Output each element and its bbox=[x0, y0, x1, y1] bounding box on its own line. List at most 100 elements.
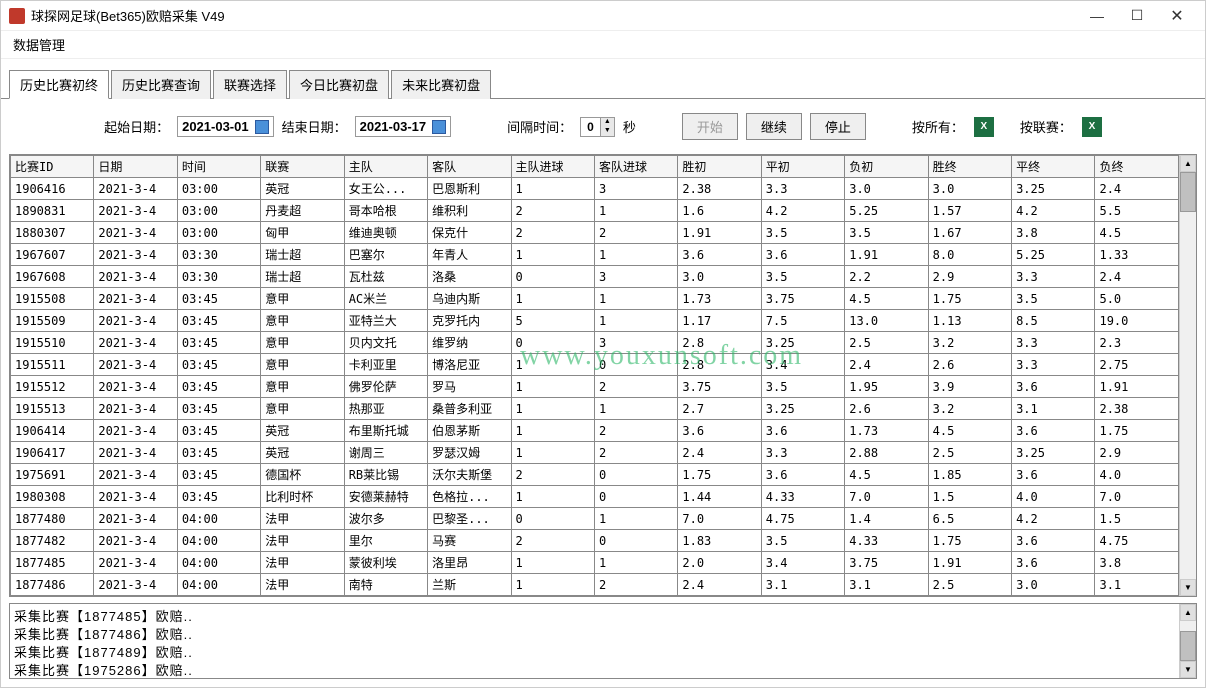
tab-league-select[interactable]: 联赛选择 bbox=[213, 70, 287, 99]
tab-today-initial[interactable]: 今日比赛初盘 bbox=[289, 70, 389, 99]
column-header[interactable]: 比赛ID bbox=[11, 156, 94, 178]
table-cell: 5.25 bbox=[1012, 244, 1095, 266]
table-cell: 维罗纳 bbox=[428, 332, 511, 354]
table-row[interactable]: 19803082021-3-403:45比利时杯安德莱赫特色格拉...101.4… bbox=[11, 486, 1179, 508]
scroll-up-icon[interactable]: ▲ bbox=[1180, 604, 1196, 621]
table-cell: 3.6 bbox=[678, 244, 761, 266]
table-cell: 1.75 bbox=[678, 464, 761, 486]
start-button[interactable]: 开始 bbox=[682, 113, 738, 140]
column-header[interactable]: 平终 bbox=[1012, 156, 1095, 178]
table-cell: 巴恩斯利 bbox=[428, 178, 511, 200]
spin-up-icon[interactable]: ▲ bbox=[600, 118, 614, 127]
table-row[interactable]: 18774822021-3-404:00法甲里尔马赛201.833.54.331… bbox=[11, 530, 1179, 552]
table-cell: 2 bbox=[511, 530, 594, 552]
minimize-button[interactable]: — bbox=[1077, 1, 1117, 31]
table-cell: 比利时杯 bbox=[261, 486, 344, 508]
column-header[interactable]: 客队 bbox=[428, 156, 511, 178]
stop-button[interactable]: 停止 bbox=[810, 113, 866, 140]
table-cell: 1967608 bbox=[11, 266, 94, 288]
table-row[interactable]: 19064142021-3-403:45英冠布里斯托城伯恩茅斯123.63.61… bbox=[11, 420, 1179, 442]
column-header[interactable]: 联赛 bbox=[261, 156, 344, 178]
menu-data-mgmt[interactable]: 数据管理 bbox=[9, 36, 69, 55]
table-cell: 3.2 bbox=[928, 332, 1011, 354]
column-header[interactable]: 胜初 bbox=[678, 156, 761, 178]
scroll-thumb[interactable] bbox=[1180, 631, 1196, 661]
table-row[interactable]: 19155082021-3-403:45意甲AC米兰乌迪内斯111.733.75… bbox=[11, 288, 1179, 310]
table-cell: 罗马 bbox=[428, 376, 511, 398]
table-row[interactable]: 18908312021-3-403:00丹麦超哥本哈根维积利211.64.25.… bbox=[11, 200, 1179, 222]
table-row[interactable]: 19155112021-3-403:45意甲卡利亚里博洛尼亚102.83.42.… bbox=[11, 354, 1179, 376]
table-cell: 2021-3-4 bbox=[94, 200, 177, 222]
window-title: 球探网足球(Bet365)欧赔采集 V49 bbox=[31, 6, 1077, 25]
table-cell: 年青人 bbox=[428, 244, 511, 266]
table-cell: 瑞士超 bbox=[261, 266, 344, 288]
interval-spinner[interactable]: 0 ▲ ▼ bbox=[580, 117, 615, 137]
column-header[interactable]: 日期 bbox=[94, 156, 177, 178]
table-row[interactable]: 19676072021-3-403:30瑞士超巴塞尔年青人113.63.61.9… bbox=[11, 244, 1179, 266]
scroll-up-icon[interactable]: ▲ bbox=[1180, 155, 1196, 172]
calendar-icon[interactable] bbox=[432, 120, 446, 134]
tab-history-query[interactable]: 历史比赛查询 bbox=[111, 70, 211, 99]
excel-icon[interactable]: X bbox=[974, 117, 994, 137]
table-cell: 1.4 bbox=[845, 508, 928, 530]
table-cell: 03:45 bbox=[177, 420, 260, 442]
table-row[interactable]: 18774852021-3-404:00法甲蒙彼利埃洛里昂112.03.43.7… bbox=[11, 552, 1179, 574]
table-row[interactable]: 19064172021-3-403:45英冠谢周三罗瑟汉姆122.43.32.8… bbox=[11, 442, 1179, 464]
table-cell: 2 bbox=[511, 464, 594, 486]
table-row[interactable]: 19064162021-3-403:00英冠女王公...巴恩斯利132.383.… bbox=[11, 178, 1179, 200]
table-cell: 1975691 bbox=[11, 464, 94, 486]
tab-history-initial-final[interactable]: 历史比赛初终 bbox=[9, 70, 109, 99]
column-header[interactable]: 负终 bbox=[1095, 156, 1179, 178]
table-cell: 罗瑟汉姆 bbox=[428, 442, 511, 464]
table-cell: 巴黎圣... bbox=[428, 508, 511, 530]
column-header[interactable]: 胜终 bbox=[928, 156, 1011, 178]
scroll-down-icon[interactable]: ▼ bbox=[1180, 579, 1196, 596]
table-cell: 3.6 bbox=[1012, 552, 1095, 574]
table-cell: 2021-3-4 bbox=[94, 178, 177, 200]
table-cell: 4.2 bbox=[761, 200, 844, 222]
table-row[interactable]: 18774802021-3-404:00法甲波尔多巴黎圣...017.04.75… bbox=[11, 508, 1179, 530]
column-header[interactable]: 负初 bbox=[845, 156, 928, 178]
end-date-input[interactable]: 2021-03-17 bbox=[355, 116, 452, 137]
table-cell: 英冠 bbox=[261, 442, 344, 464]
spin-down-icon[interactable]: ▼ bbox=[600, 127, 614, 136]
table-cell: 0 bbox=[511, 266, 594, 288]
column-header[interactable]: 主队进球 bbox=[511, 156, 594, 178]
title-bar: 球探网足球(Bet365)欧赔采集 V49 — ☐ ✕ bbox=[1, 1, 1205, 31]
table-row[interactable]: 18803072021-3-403:00匈甲维迪奥顿保克什221.913.53.… bbox=[11, 222, 1179, 244]
column-header[interactable]: 客队进球 bbox=[594, 156, 677, 178]
log-scrollbar[interactable]: ▲ ▼ bbox=[1179, 604, 1196, 678]
start-date-label: 起始日期： bbox=[104, 117, 169, 136]
table-cell: 1.57 bbox=[928, 200, 1011, 222]
table-cell: 3.75 bbox=[761, 288, 844, 310]
close-button[interactable]: ✕ bbox=[1157, 1, 1197, 31]
tab-future-initial[interactable]: 未来比赛初盘 bbox=[391, 70, 491, 99]
table-cell: 3.25 bbox=[1012, 178, 1095, 200]
table-row[interactable]: 19676082021-3-403:30瑞士超瓦杜兹洛桑033.03.52.22… bbox=[11, 266, 1179, 288]
table-row[interactable]: 19155102021-3-403:45意甲贝内文托维罗纳032.83.252.… bbox=[11, 332, 1179, 354]
table-row[interactable]: 19155122021-3-403:45意甲佛罗伦萨罗马123.753.51.9… bbox=[11, 376, 1179, 398]
table-row[interactable]: 19155132021-3-403:45意甲热那亚桑普多利亚112.73.252… bbox=[11, 398, 1179, 420]
table-cell: 1 bbox=[511, 552, 594, 574]
continue-button[interactable]: 继续 bbox=[746, 113, 802, 140]
column-header[interactable]: 主队 bbox=[344, 156, 427, 178]
scroll-thumb[interactable] bbox=[1180, 172, 1196, 212]
table-cell: 兰斯 bbox=[428, 574, 511, 596]
maximize-button[interactable]: ☐ bbox=[1117, 1, 1157, 31]
table-cell: 2.2 bbox=[845, 266, 928, 288]
table-row[interactable]: 18774862021-3-404:00法甲南特兰斯122.43.13.12.5… bbox=[11, 574, 1179, 596]
calendar-icon[interactable] bbox=[255, 120, 269, 134]
table-row[interactable]: 19155092021-3-403:45意甲亚特兰大克罗托内511.177.51… bbox=[11, 310, 1179, 332]
vertical-scrollbar[interactable]: ▲ ▼ bbox=[1179, 155, 1196, 596]
excel-icon[interactable]: X bbox=[1082, 117, 1102, 137]
table-cell: 4.75 bbox=[1095, 530, 1179, 552]
column-header[interactable]: 平初 bbox=[761, 156, 844, 178]
table-row[interactable]: 19756912021-3-403:45德国杯RB莱比锡沃尔夫斯堡201.753… bbox=[11, 464, 1179, 486]
start-date-input[interactable]: 2021-03-01 bbox=[177, 116, 274, 137]
table-cell: 1 bbox=[511, 420, 594, 442]
table-cell: 04:00 bbox=[177, 530, 260, 552]
scroll-down-icon[interactable]: ▼ bbox=[1180, 661, 1196, 678]
column-header[interactable]: 时间 bbox=[177, 156, 260, 178]
table-cell: 2021-3-4 bbox=[94, 442, 177, 464]
menu-bar: 数据管理 bbox=[1, 31, 1205, 59]
